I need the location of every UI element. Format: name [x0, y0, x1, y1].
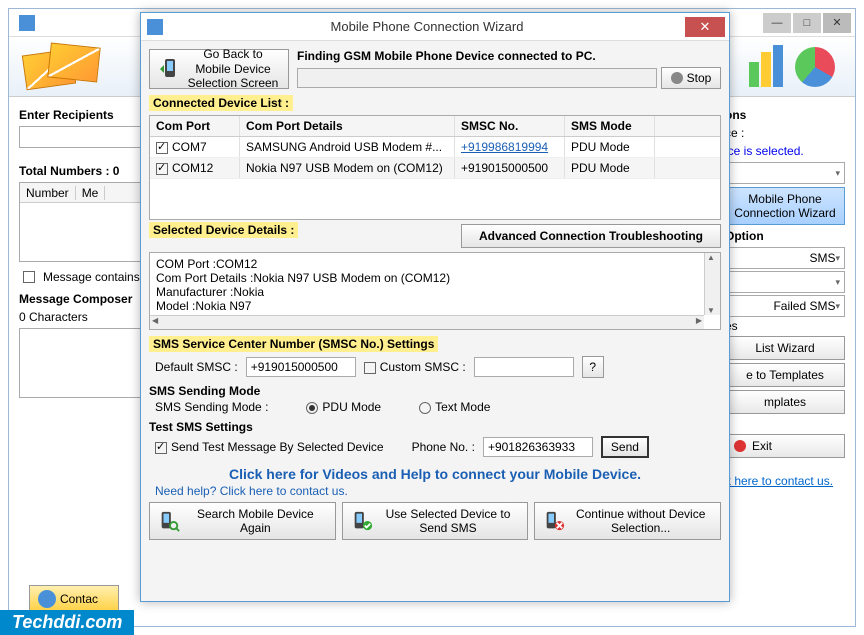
minimize-button[interactable]: — — [763, 13, 791, 33]
device-label: ce : — [725, 126, 845, 140]
table-row[interactable]: COM12 Nokia N97 USB Modem on (COM12) +91… — [150, 158, 720, 179]
chart-graphic — [749, 45, 835, 87]
option-combo[interactable]: SMS — [725, 247, 845, 269]
exit-icon — [734, 440, 746, 452]
continue-without-button[interactable]: Continue without Device Selection... — [534, 502, 721, 540]
use-device-button[interactable]: Use Selected Device to Send SMS — [342, 502, 529, 540]
th-details[interactable]: Com Port Details — [240, 116, 455, 136]
dialog-titlebar: Mobile Phone Connection Wizard ✕ — [141, 13, 729, 41]
phone-cancel-icon — [543, 510, 565, 532]
phone-label: Phone No. : — [412, 440, 475, 454]
search-again-button[interactable]: Search Mobile Device Again — [149, 502, 336, 540]
test-sms-header: Test SMS Settings — [149, 420, 253, 434]
es-label: es — [725, 319, 845, 333]
text-mode-radio[interactable]: Text Mode — [419, 400, 490, 414]
message-contains-checkbox[interactable]: Message contains — [23, 270, 145, 284]
table-row[interactable]: COM7 SAMSUNG Android USB Modem #... +919… — [150, 137, 720, 158]
row-checkbox[interactable] — [156, 163, 168, 175]
smsc-settings-header: SMS Service Center Number (SMSC No.) Set… — [149, 336, 438, 352]
row-checkbox[interactable] — [156, 142, 168, 154]
list-wizard-button[interactable]: List Wizard — [725, 336, 845, 360]
wizard-button[interactable]: Mobile Phone Connection Wizard — [725, 187, 845, 225]
smsc-link[interactable]: +919986819994 — [461, 140, 548, 154]
dialog-icon — [147, 19, 163, 35]
horizontal-scrollbar[interactable]: ◀▶ — [150, 315, 704, 329]
sending-mode-header: SMS Sending Mode — [149, 384, 260, 398]
th-port[interactable]: Com Port — [150, 116, 240, 136]
dialog-close-button[interactable]: ✕ — [685, 17, 725, 37]
finding-label: Finding GSM Mobile Phone Device connecte… — [297, 49, 721, 63]
advanced-troubleshooting-button[interactable]: Advanced Connection Troubleshooting — [461, 224, 721, 248]
pdu-mode-radio[interactable]: PDU Mode — [306, 400, 381, 414]
send-test-checkbox[interactable]: Send Test Message By Selected Device — [155, 440, 384, 454]
stop-button[interactable]: Stop — [661, 67, 721, 89]
smsc-help-button[interactable]: ? — [582, 356, 604, 378]
progress-bar — [297, 68, 657, 88]
help-link[interactable]: k here to contact us. — [725, 474, 845, 488]
col-number: Number — [20, 186, 76, 200]
stop-icon — [671, 72, 683, 84]
th-smsc[interactable]: SMSC No. — [455, 116, 565, 136]
th-mode[interactable]: SMS Mode — [565, 116, 655, 136]
composer-label: Message Composer — [19, 292, 149, 306]
sending-mode-label: SMS Sending Mode : — [155, 400, 268, 414]
numbers-grid[interactable]: Number Me — [19, 182, 149, 262]
close-button[interactable]: ✕ — [823, 13, 851, 33]
envelope-icon — [47, 42, 100, 82]
contact-button[interactable]: Contac — [29, 585, 119, 613]
custom-smsc-checkbox[interactable]: Custom SMSC : — [364, 360, 466, 374]
send-button[interactable]: Send — [601, 436, 649, 458]
maximize-button[interactable]: □ — [793, 13, 821, 33]
vertical-scrollbar[interactable] — [704, 253, 720, 315]
connected-list-header: Connected Device List : — [149, 95, 293, 111]
videos-help-link[interactable]: Click here for Videos and Help to connec… — [149, 466, 721, 482]
save-template-button[interactable]: e to Templates — [725, 363, 845, 387]
phone-input[interactable] — [483, 437, 593, 457]
options-label: ons — [725, 108, 845, 122]
contact-icon — [38, 590, 56, 608]
phone-check-icon — [351, 510, 373, 532]
dialog-title: Mobile Phone Connection Wizard — [169, 19, 685, 34]
device-table: Com Port Com Port Details SMSC No. SMS M… — [149, 115, 721, 220]
contact-us-link[interactable]: Need help? Click here to contact us. — [155, 484, 348, 498]
custom-smsc-input[interactable] — [474, 357, 574, 377]
recipients-label: Enter Recipients — [19, 108, 149, 122]
option-label: Option — [725, 229, 845, 243]
col-message: Me — [76, 186, 106, 200]
message-textarea[interactable] — [19, 328, 149, 398]
option-combo-2[interactable] — [725, 271, 845, 293]
default-smsc-label: Default SMSC : — [155, 360, 238, 374]
total-numbers-label: Total Numbers : 0 — [19, 164, 149, 178]
default-smsc-input[interactable] — [246, 357, 356, 377]
recipients-input[interactable] — [19, 126, 149, 148]
device-selected: ice is selected. — [725, 144, 845, 158]
app-icon — [19, 15, 35, 31]
phone-search-icon — [158, 510, 180, 532]
selected-details-header: Selected Device Details : — [149, 222, 298, 238]
device-combo[interactable] — [725, 162, 845, 184]
details-textbox[interactable]: COM Port :COM12 Com Port Details :Nokia … — [149, 252, 721, 330]
go-back-button[interactable]: Go Back to Mobile Device Selection Scree… — [149, 49, 289, 89]
exit-button[interactable]: Exit — [725, 434, 845, 458]
connection-wizard-dialog: Mobile Phone Connection Wizard ✕ Go Back… — [140, 12, 730, 602]
phone-back-icon — [158, 57, 182, 81]
templates-button[interactable]: mplates — [725, 390, 845, 414]
watermark: Techddi.com — [0, 610, 134, 635]
char-count: 0 Characters — [19, 310, 149, 324]
failed-combo[interactable]: Failed SMS — [725, 295, 845, 317]
